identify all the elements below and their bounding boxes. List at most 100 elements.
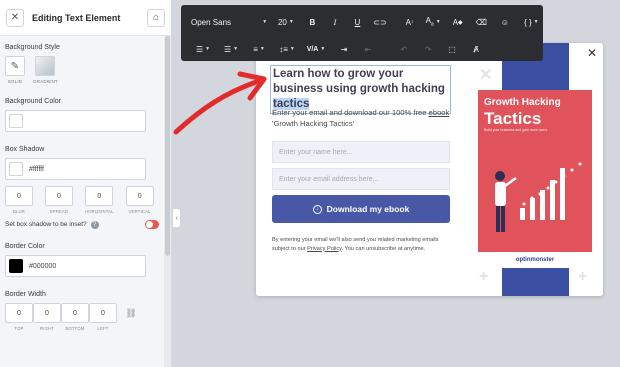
download-icon: ↓ [312,204,322,214]
clear-formatting-button[interactable]: Ⱥ [467,39,485,59]
background-style-label: Background Style [5,44,60,51]
letter-spacing-button[interactable]: V/A ▼ [303,39,329,59]
link-button[interactable]: ⊂⊃ [370,12,390,32]
popup-close-icon[interactable]: ✕ [587,46,597,60]
curly-braces-icon: { } [524,17,532,27]
inset-shadow-toggle[interactable] [145,220,159,229]
link-values-icon[interactable]: ⛓ [117,303,145,323]
clear-formatting-icon: Ⱥ [473,44,479,54]
caret-down-icon: ▼ [289,46,295,52]
clear-format-button[interactable]: ⌫ [472,12,490,32]
background-color-field[interactable] [5,110,146,132]
plus-decoration: + [479,268,489,285]
shadow-blur-input[interactable]: 0 [5,186,33,206]
shadow-vertical-input[interactable]: 0 [125,186,154,206]
redo-button[interactable]: ↷ [419,39,437,59]
home-icon: ⌂ [152,12,160,23]
ebook-cover-image[interactable]: Growth Hacking Tactics Build your busine… [478,90,592,268]
underline-button[interactable]: U [348,12,368,32]
undo-button[interactable]: ↶ [395,39,413,59]
align-left-icon: ≡ [253,44,258,54]
plus-decoration: ✕ [479,67,493,84]
name-input[interactable]: Enter your name here... [272,141,450,163]
border-left-input[interactable]: 0 [89,303,117,323]
help-icon[interactable]: ? [90,220,99,229]
border-right-caption: RIGHT [39,326,55,331]
color-drop-icon: ◆ [458,19,463,26]
emoji-button[interactable]: ☺ [496,12,514,32]
italic-button[interactable]: I [325,12,345,32]
popup-description[interactable]: Enter your email and download our 100% f… [272,107,452,129]
border-width-label: Border Width [5,291,46,298]
bold-button[interactable]: B [303,12,323,32]
caret-down-icon: ▼ [533,19,539,25]
shadow-spread-input[interactable]: 0 [45,186,73,206]
select-all-button[interactable]: ⬚ [443,39,461,59]
settings-panel: ✕ Editing Text Element ⌂ Background Styl… [0,0,172,367]
ordered-list-icon: ☰ [195,44,204,54]
letter-spacing-icon: V/A [306,45,319,53]
box-shadow-swatch[interactable] [9,162,23,176]
download-button-label: Download my ebook [326,204,410,214]
popup-preview: ✕ + + ✕ Learn how to grow your business … [256,43,603,296]
font-family-select[interactable]: Open Sans ▼ [191,12,267,32]
indent-button[interactable]: ⇥ [335,39,353,59]
ordered-list-button[interactable]: ☰ ▼ [191,39,215,59]
style-caption-solid: SOLID [7,79,23,84]
style-option-gradient[interactable]: GRADIENT [33,56,58,84]
collapse-panel-button[interactable]: ‹ [172,208,181,228]
box-shadow-color-value: #ffffff [29,165,44,173]
privacy-notice[interactable]: By entering your email we'll also send y… [272,236,454,253]
select-all-icon: ⬚ [448,44,456,54]
description-link: ebook [428,108,450,117]
caret-down-icon: ▼ [262,19,268,25]
brush-icon: ✎ [5,56,25,76]
font-size-select[interactable]: 20 ▼ [275,12,296,32]
privacy-policy-link[interactable]: Privacy Policy [307,246,341,252]
ebook-title-line2: Tactics [484,109,542,128]
home-button[interactable]: ⌂ [147,8,165,27]
shadow-horizontal-input[interactable]: 0 [85,186,114,206]
border-color-field[interactable]: #000000 [5,255,146,277]
caret-down-icon: ▼ [320,46,326,52]
border-bottom-input[interactable]: 0 [61,303,89,323]
download-ebook-button[interactable]: ↓ Download my ebook [272,195,450,223]
plus-decoration: + [578,268,588,285]
close-icon: ✕ [10,12,20,23]
eraser-icon: ⌫ [475,17,487,27]
panel-scrollbar-thumb[interactable] [165,36,170,256]
font-color-button[interactable]: A ◆ [449,12,467,32]
border-color-swatch[interactable] [9,259,23,273]
shadow-blur-caption: BLUR [13,209,25,214]
caret-down-icon: ▼ [233,46,239,52]
smart-tag-button[interactable]: { } ▼ [520,12,543,32]
text-format-toolbar: Open Sans ▼ 20 ▼ B I U ⊂⊃ A ↕ Aa ▼ A ◆ ⌫ ☺… [181,5,543,61]
border-color-label: Border Color [5,243,45,250]
border-top-input[interactable]: 0 [5,303,33,323]
style-option-solid[interactable]: ✎ SOLID [5,56,25,84]
box-shadow-label: Box Shadow [5,146,45,153]
line-height-icon: ↕≡ [279,44,288,54]
email-input[interactable]: Enter your email address here... [272,168,450,190]
close-panel-button[interactable]: ✕ [6,8,24,27]
ebook-subtitle: Build your business and gain more users [484,128,548,132]
background-color-swatch[interactable] [9,114,23,128]
border-color-value: #000000 [29,262,57,270]
border-right-input[interactable]: 0 [33,303,61,323]
resize-icon: ↕ [410,19,414,25]
shadow-horizontal-caption: HORIZONTAL [85,209,114,214]
ebook-trend-dots [522,162,582,206]
undo-icon: ↶ [400,44,408,54]
font-size-button[interactable]: A ↕ [402,12,418,32]
box-shadow-color-field[interactable]: #ffffff [5,158,146,180]
smiley-icon: ☺ [500,17,509,27]
caret-down-icon: ▼ [259,46,265,52]
align-button[interactable]: ≡ ▼ [247,39,271,59]
text-style-button[interactable]: Aa ▼ [423,12,443,32]
red-arrow-annotation [173,71,267,135]
outdent-button[interactable]: ⇤ [359,39,377,59]
unordered-list-button[interactable]: ☰ ▼ [219,39,243,59]
panel-header: ✕ Editing Text Element ⌂ [0,0,171,36]
line-height-button[interactable]: ↕≡ ▼ [275,39,299,59]
panel-title: Editing Text Element [32,12,121,23]
